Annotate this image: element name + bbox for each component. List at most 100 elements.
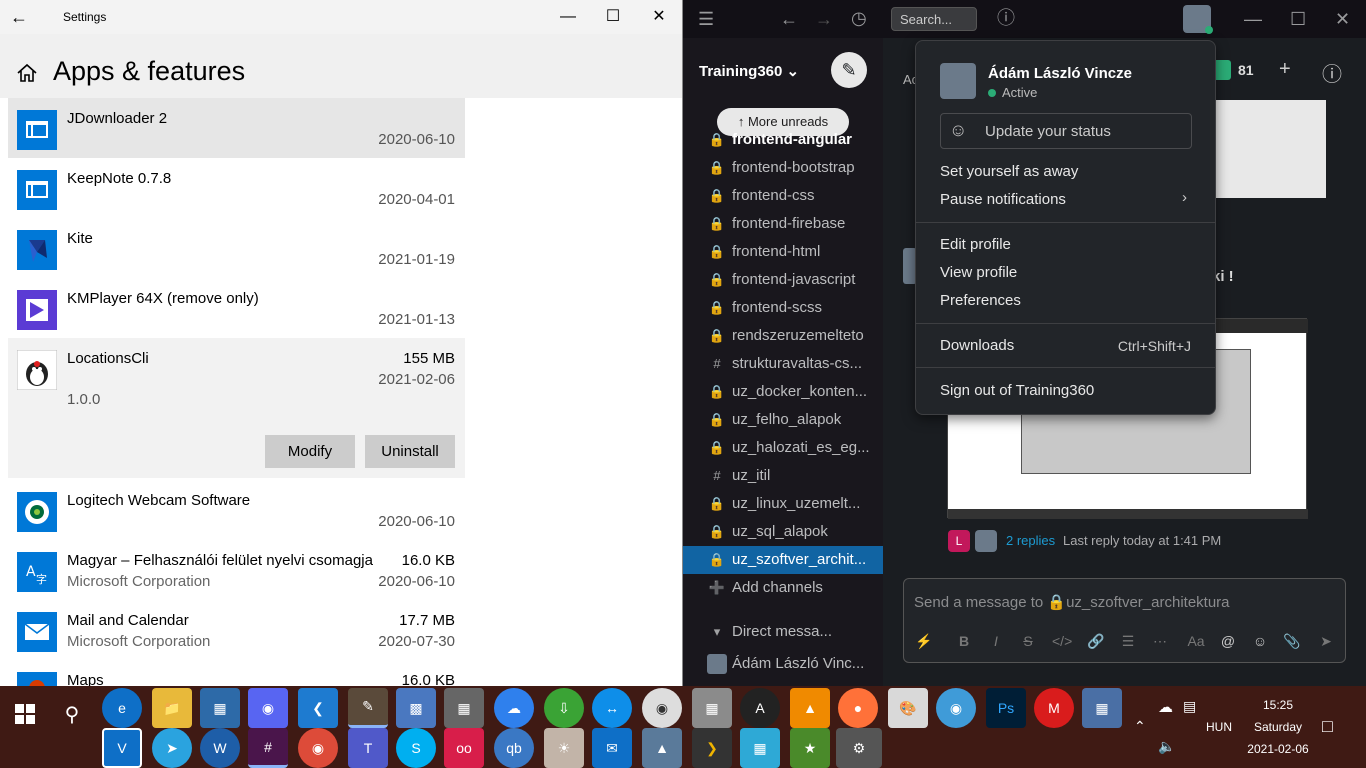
list-item-keepnote[interactable]: KeepNote 0.7.8 2020-04-01 (8, 158, 465, 218)
clock-time[interactable]: 15:25 (1246, 698, 1310, 712)
sidebar-channel-item[interactable]: 🔒 frontend-firebase (683, 210, 883, 238)
sidebar-channel-item[interactable]: 🔒 uz_felho_alapok (683, 406, 883, 434)
app-icon[interactable]: A (740, 688, 780, 728)
sidebar-channel-item[interactable]: 🔒 frontend-html (683, 238, 883, 266)
mail-icon[interactable]: ✉ (592, 728, 632, 768)
sidebar-channel-item[interactable]: # strukturavaltas-cs... (683, 350, 883, 378)
history-icon[interactable]: ◷ (851, 8, 867, 28)
maximize-icon[interactable]: ☐ (1290, 9, 1306, 29)
screenshot-thumbnail[interactable] (1216, 100, 1326, 198)
vscode-icon[interactable]: ❮ (298, 688, 338, 728)
more-icon[interactable]: ⋯ (1150, 633, 1170, 650)
minimize-icon[interactable]: — (1244, 9, 1262, 29)
chrome-icon[interactable]: ◉ (298, 728, 338, 768)
list-item-logitech[interactable]: Logitech Webcam Software 2020-06-10 (8, 480, 465, 540)
notification-icon[interactable]: □ (1322, 716, 1333, 737)
cloud-app-icon[interactable]: ☁ (494, 688, 534, 728)
virtualbox-icon[interactable]: ▦ (1082, 688, 1122, 728)
paint-palette-icon[interactable]: 🎨 (888, 688, 928, 728)
settings-gear-icon[interactable]: ⚙ (836, 728, 882, 768)
hamburger-icon[interactable]: ☰ (698, 9, 714, 29)
list-item-language-pack[interactable]: A字 Magyar – Felhasználói felület nyelvi … (8, 540, 465, 600)
clock-day[interactable]: Saturday (1246, 720, 1310, 734)
downloads-item[interactable]: Downloads (940, 337, 1014, 354)
list-icon[interactable]: ☰ (1118, 633, 1138, 650)
vlc-icon[interactable]: ▲ (790, 688, 830, 728)
volume-icon[interactable]: 🔈 (1158, 738, 1175, 755)
back-arrow-icon[interactable]: ← (10, 6, 40, 28)
dm-item[interactable]: Ádám László Vinc... (683, 650, 883, 678)
send-icon[interactable]: ➤ (1316, 633, 1336, 650)
message-composer[interactable]: Send a message to 🔒uz_szoftver_architekt… (903, 578, 1346, 663)
minimize-icon[interactable]: — (545, 0, 591, 34)
network-icon[interactable]: ▤ (1183, 698, 1196, 715)
update-status-button[interactable]: ☺ Update your status (940, 113, 1192, 149)
photoshop-icon[interactable]: Ps (986, 688, 1026, 728)
home-icon[interactable] (14, 60, 40, 86)
search-icon[interactable]: ⚲ (52, 694, 92, 734)
app-icon[interactable]: ☀ (544, 728, 584, 768)
globe-icon[interactable]: ◉ (936, 688, 976, 728)
app-icon[interactable]: V (102, 728, 142, 768)
compose-icon[interactable]: ✎ (831, 52, 867, 88)
sidebar-channel-item[interactable]: 🔒 uz_linux_uzemelt... (683, 490, 883, 518)
replies-link[interactable]: 2 replies (1006, 533, 1055, 548)
app-icon[interactable]: ⇩ (544, 688, 584, 728)
link-icon[interactable]: 🔗 (1086, 633, 1106, 650)
sidebar-channel-item[interactable]: 🔒 uz_szoftver_archit... (683, 546, 883, 574)
sidebar-channel-item[interactable]: 🔒 frontend-scss (683, 294, 883, 322)
list-item-kmplayer[interactable]: KMPlayer 64X (remove only) 2021-01-13 (8, 278, 465, 338)
app-icon[interactable]: ▦ (200, 688, 240, 728)
mention-icon[interactable]: @ (1218, 633, 1238, 649)
sidebar-channel-item[interactable]: 🔒 uz_docker_konten... (683, 378, 883, 406)
firefox-icon[interactable]: ● (838, 688, 878, 728)
strikethrough-icon[interactable]: S (1018, 633, 1038, 649)
workspace-name[interactable]: Training360 ⌄ (699, 62, 799, 80)
list-item-mail[interactable]: Mail and Calendar Microsoft Corporation … (8, 600, 465, 660)
discord-icon[interactable]: ◉ (248, 688, 288, 728)
close-icon[interactable]: ✕ (1335, 9, 1350, 29)
sidebar-channel-item[interactable]: 🔒 rendszeruzemelteto (683, 322, 883, 350)
direct-messages-header[interactable]: ▾ Direct messa... (683, 618, 883, 646)
app-icon[interactable]: ▲ (642, 728, 682, 768)
back-arrow-icon[interactable]: ← (780, 9, 798, 29)
help-icon[interactable]: ⓘ (997, 8, 1015, 28)
search-input[interactable]: Search... (891, 7, 977, 31)
italic-icon[interactable]: I (986, 633, 1006, 649)
sign-out-item[interactable]: Sign out of Training360 (940, 382, 1094, 399)
shortcuts-icon[interactable]: ⚡ (914, 633, 934, 650)
app-icon[interactable]: ▦ (740, 728, 780, 768)
slack-icon[interactable]: # (248, 728, 288, 768)
attachment-icon[interactable]: 📎 (1282, 633, 1302, 650)
member-count[interactable]: 81 (1238, 62, 1254, 78)
bold-icon[interactable]: B (954, 633, 974, 649)
list-item-jdownloader[interactable]: JDownloader 2 2020-06-10 (8, 98, 465, 158)
sidebar-channel-item[interactable]: 🔒 frontend-bootstrap (683, 154, 883, 182)
close-icon[interactable]: ✕ (636, 0, 682, 34)
telegram-icon[interactable]: ➤ (152, 728, 192, 768)
preferences-item[interactable]: Preferences (940, 292, 1021, 309)
webcam-icon[interactable]: ◉ (642, 688, 682, 728)
sidebar-channel-item[interactable]: # uz_itil (683, 462, 883, 490)
view-profile-item[interactable]: View profile (940, 264, 1017, 281)
list-item-kite[interactable]: Kite 2021-01-19 (8, 218, 465, 278)
add-channels-button[interactable]: ➕ Add channels (683, 574, 883, 602)
add-member-icon[interactable]: + (1279, 58, 1291, 81)
sidebar-channel-item[interactable]: 🔒 frontend-angular (683, 126, 883, 154)
sidebar-channel-item[interactable]: 🔒 frontend-javascript (683, 266, 883, 294)
uninstall-button[interactable]: Uninstall (365, 435, 455, 468)
sidebar-channel-item[interactable]: 🔒 frontend-css (683, 182, 883, 210)
modify-button[interactable]: Modify (265, 435, 355, 468)
app-icon[interactable]: M (1034, 688, 1074, 728)
list-item-locationscli[interactable]: LocationsCli 155 MB 2021-02-06 1.0.0 Mod… (8, 338, 465, 478)
app-icon[interactable]: W (200, 728, 240, 768)
paint-app-icon[interactable]: ✎ (348, 688, 388, 728)
message-input[interactable]: Send a message to 🔒uz_szoftver_architekt… (914, 593, 1230, 611)
teams-icon[interactable]: T (348, 728, 388, 768)
sidebar-channel-item[interactable]: 🔒 uz_halozati_es_eg... (683, 434, 883, 462)
calculator-icon[interactable]: ▦ (444, 688, 484, 728)
app-icon[interactable]: ★ (790, 728, 830, 768)
remote-desktop-icon[interactable]: ▩ (396, 688, 436, 728)
skype-icon[interactable]: S (396, 728, 436, 768)
set-away-item[interactable]: Set yourself as away (940, 163, 1078, 180)
